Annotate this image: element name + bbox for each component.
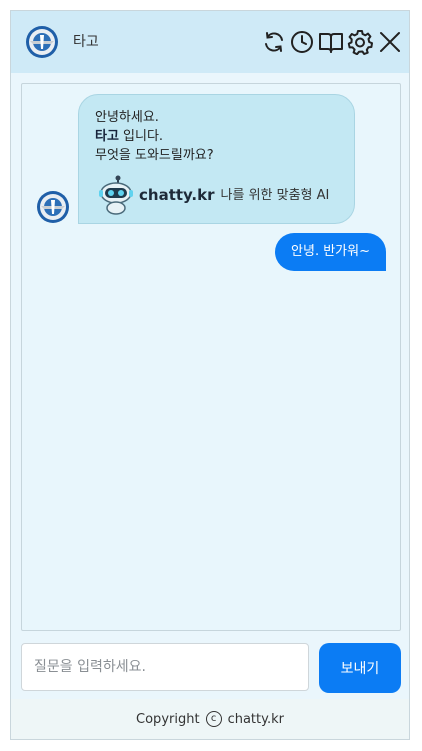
intro-line: 타고 입니다.	[95, 127, 338, 146]
history-clock-icon[interactable]	[289, 29, 315, 55]
brand-row: chatty.kr 나를 위한 맞춤형 AI	[97, 175, 329, 215]
send-button[interactable]: 보내기	[319, 643, 401, 693]
brand-tagline: 나를 위한 맞춤형 AI	[220, 187, 330, 203]
bot-name: 타고	[95, 129, 119, 144]
bot-avatar-icon	[36, 190, 70, 224]
copyright-icon: c	[205, 711, 222, 727]
bot-title: 타고	[73, 34, 99, 50]
intro-suffix: 입니다.	[118, 129, 164, 144]
bot-message-bubble: 안녕하세요. 타고 입니다. 무엇을 도와드릴까요? chatty.kr 나를 …	[78, 94, 355, 224]
robot-icon	[97, 175, 135, 215]
close-icon[interactable]	[377, 29, 403, 55]
question-input[interactable]	[21, 643, 309, 691]
copyright-label: Copyright	[136, 711, 200, 727]
gear-icon[interactable]	[347, 29, 373, 55]
footer: Copyright c chatty.kr	[11, 699, 409, 739]
chat-widget: 타고 안녕하세요. 타고 입니다. 무엇을 도와드릴까요? chatty.kr …	[10, 10, 410, 740]
footer-site: chatty.kr	[227, 711, 284, 727]
header: 타고	[11, 11, 409, 73]
bot-logo-icon	[25, 25, 59, 59]
chat-area[interactable]: 안녕하세요. 타고 입니다. 무엇을 도와드릴까요? chatty.kr 나를 …	[21, 83, 401, 631]
book-icon[interactable]	[318, 29, 344, 55]
refresh-icon[interactable]	[261, 29, 287, 55]
greeting-line: 안녕하세요.	[95, 110, 159, 125]
brand-name: chatty.kr	[139, 185, 215, 204]
question-line: 무엇을 도와드릴까요?	[95, 148, 214, 163]
user-message-bubble: 안녕. 반가워~	[275, 233, 386, 271]
